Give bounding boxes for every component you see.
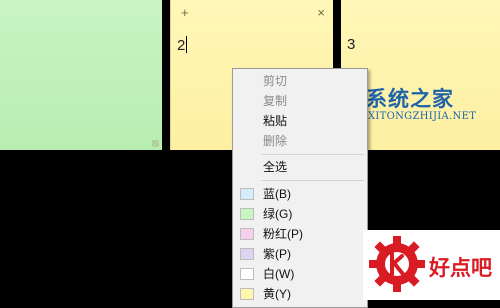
menu-item-color-green[interactable]: 绿(G) — [233, 204, 367, 224]
menu-item-color-purple[interactable]: 紫(P) — [233, 244, 367, 264]
menu-item-paste[interactable]: 粘贴 — [233, 111, 367, 131]
add-note-button[interactable]: + — [181, 5, 189, 20]
note-text: 2 — [177, 37, 186, 54]
menu-item-label: 绿(G) — [263, 207, 293, 221]
menu-item-color-white[interactable]: 白(W) — [233, 264, 367, 284]
purple-swatch-icon — [240, 248, 254, 260]
context-menu: 剪切 复制 粘贴 删除 全选 蓝(B) 绿(G) 粉红(P) 紫(P) 白(W)… — [232, 68, 368, 308]
menu-item-label: 蓝(B) — [263, 187, 291, 201]
menu-item-delete[interactable]: 删除 — [233, 131, 367, 151]
brand-watermark: 好点吧 — [363, 230, 500, 300]
text-caret — [186, 36, 188, 53]
green-swatch-icon — [240, 208, 254, 220]
gear-logo-icon — [369, 236, 425, 292]
menu-item-label: 粉红(P) — [263, 227, 303, 241]
menu-item-color-pink[interactable]: 粉红(P) — [233, 224, 367, 244]
menu-item-copy[interactable]: 复制 — [233, 91, 367, 111]
close-note-button[interactable]: × — [317, 5, 325, 20]
note-text-area[interactable]: 2 — [177, 36, 188, 54]
note-text[interactable]: 3 — [347, 36, 355, 53]
brand-name: 好点吧 — [429, 256, 492, 280]
menu-item-label: 白(W) — [263, 267, 295, 281]
blue-swatch-icon — [240, 188, 254, 200]
yellow-swatch-icon — [240, 288, 254, 300]
menu-item-color-yellow[interactable]: 黄(Y) — [233, 284, 367, 304]
menu-separator — [261, 180, 364, 181]
menu-item-label: 黄(Y) — [263, 287, 291, 301]
menu-item-cut[interactable]: 剪切 — [233, 71, 367, 91]
menu-separator — [261, 154, 364, 155]
note-header: + × — [171, 0, 333, 26]
pink-swatch-icon — [240, 228, 254, 240]
menu-item-color-blue[interactable]: 蓝(B) — [233, 184, 367, 204]
sticky-note-green[interactable] — [0, 0, 162, 150]
resize-grip[interactable] — [152, 140, 159, 147]
white-swatch-icon — [240, 268, 254, 280]
menu-item-label: 紫(P) — [263, 247, 291, 261]
menu-item-select-all[interactable]: 全选 — [233, 157, 367, 177]
